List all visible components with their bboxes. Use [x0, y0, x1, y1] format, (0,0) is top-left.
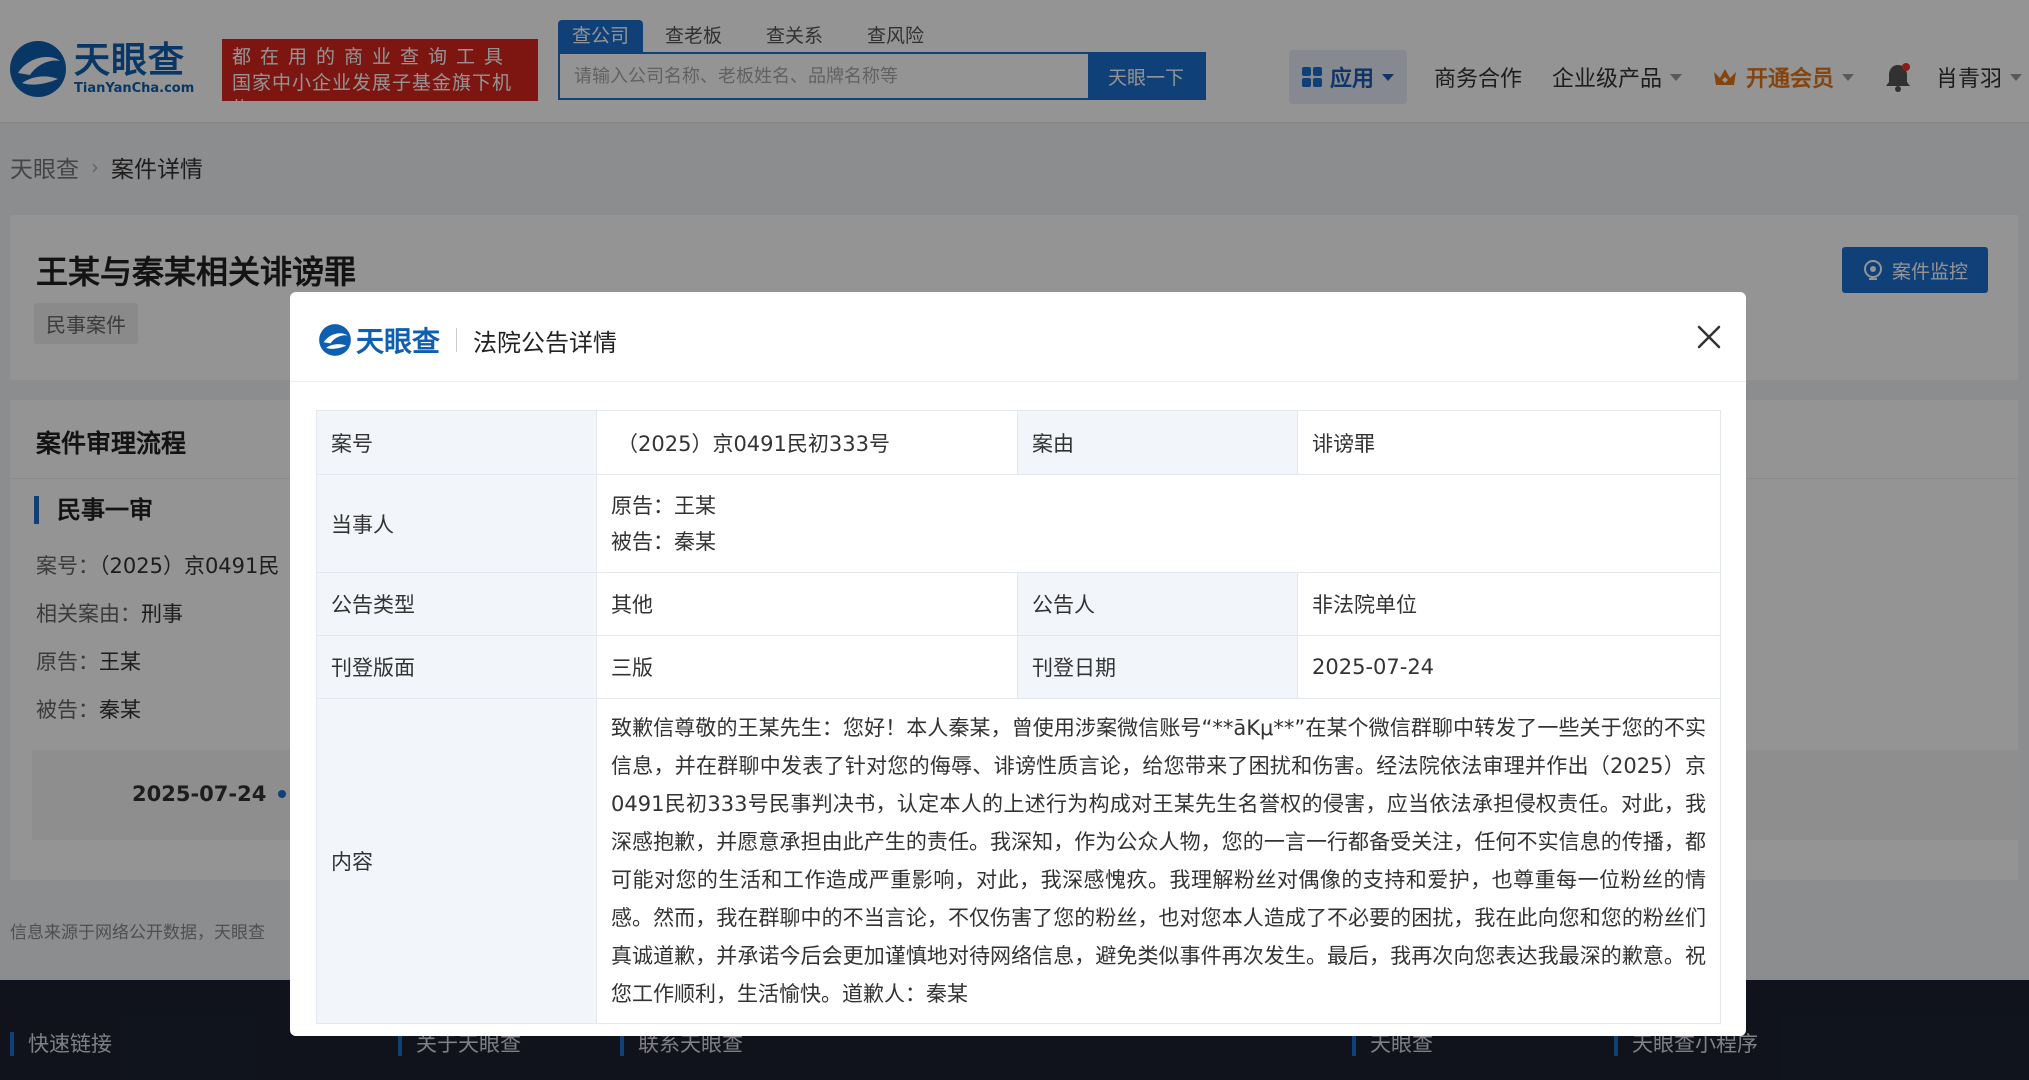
- table-row: 公告类型 其他 公告人 非法院单位: [316, 572, 1721, 636]
- court-notice-modal: 天眼查 法院公告详情 案号 （2025）京0491民初333号 案由 诽谤罪 当…: [290, 292, 1746, 1036]
- table-row: 刊登版面 三版 刊登日期 2025-07-24: [316, 635, 1721, 699]
- case-no-key: 案号: [316, 410, 597, 475]
- close-icon[interactable]: [1692, 320, 1726, 354]
- case-no-value: （2025）京0491民初333号: [596, 410, 1018, 475]
- notice-type-key: 公告类型: [316, 572, 597, 636]
- plaintiff-line: 原告：王某: [611, 493, 716, 518]
- modal-logo: 天眼查 法院公告详情: [318, 320, 617, 360]
- table-row: 内容 致歉信尊敬的王某先生：您好！本人秦某，曾使用涉案微信账号“**āKμ**”…: [316, 698, 1721, 1024]
- tianyancha-logo-icon: [319, 324, 351, 356]
- announcer-key: 公告人: [1017, 572, 1298, 636]
- table-row: 案号 （2025）京0491民初333号 案由 诽谤罪: [316, 410, 1721, 475]
- cause-value: 诽谤罪: [1297, 410, 1721, 475]
- case-no-text: （2025）京0491民初333号: [617, 431, 890, 456]
- publish-date-value: 2025-07-24: [1297, 635, 1721, 699]
- announcer-value: 非法院单位: [1297, 572, 1721, 636]
- content-value: 致歉信尊敬的王某先生：您好！本人秦某，曾使用涉案微信账号“**āKμ**”在某个…: [596, 698, 1721, 1024]
- parties-key: 当事人: [316, 474, 597, 573]
- cause-key: 案由: [1017, 410, 1298, 475]
- notice-detail-table: 案号 （2025）京0491民初333号 案由 诽谤罪 当事人 原告：王某 被告…: [316, 410, 1721, 1024]
- page-value: 三版: [596, 635, 1018, 699]
- divider: [456, 328, 458, 352]
- content-key: 内容: [316, 698, 597, 1024]
- publish-date-key: 刊登日期: [1017, 635, 1298, 699]
- modal-title: 法院公告详情: [473, 328, 618, 357]
- table-row: 当事人 原告：王某 被告：秦某: [316, 474, 1721, 573]
- modal-brand: 天眼查: [356, 325, 441, 358]
- notice-type-value: 其他: [596, 572, 1018, 636]
- defendant-line: 被告：秦某: [611, 529, 716, 554]
- page-key: 刊登版面: [316, 635, 597, 699]
- parties-value: 原告：王某 被告：秦某: [596, 474, 1721, 573]
- modal-header: 天眼查 法院公告详情: [290, 292, 1746, 382]
